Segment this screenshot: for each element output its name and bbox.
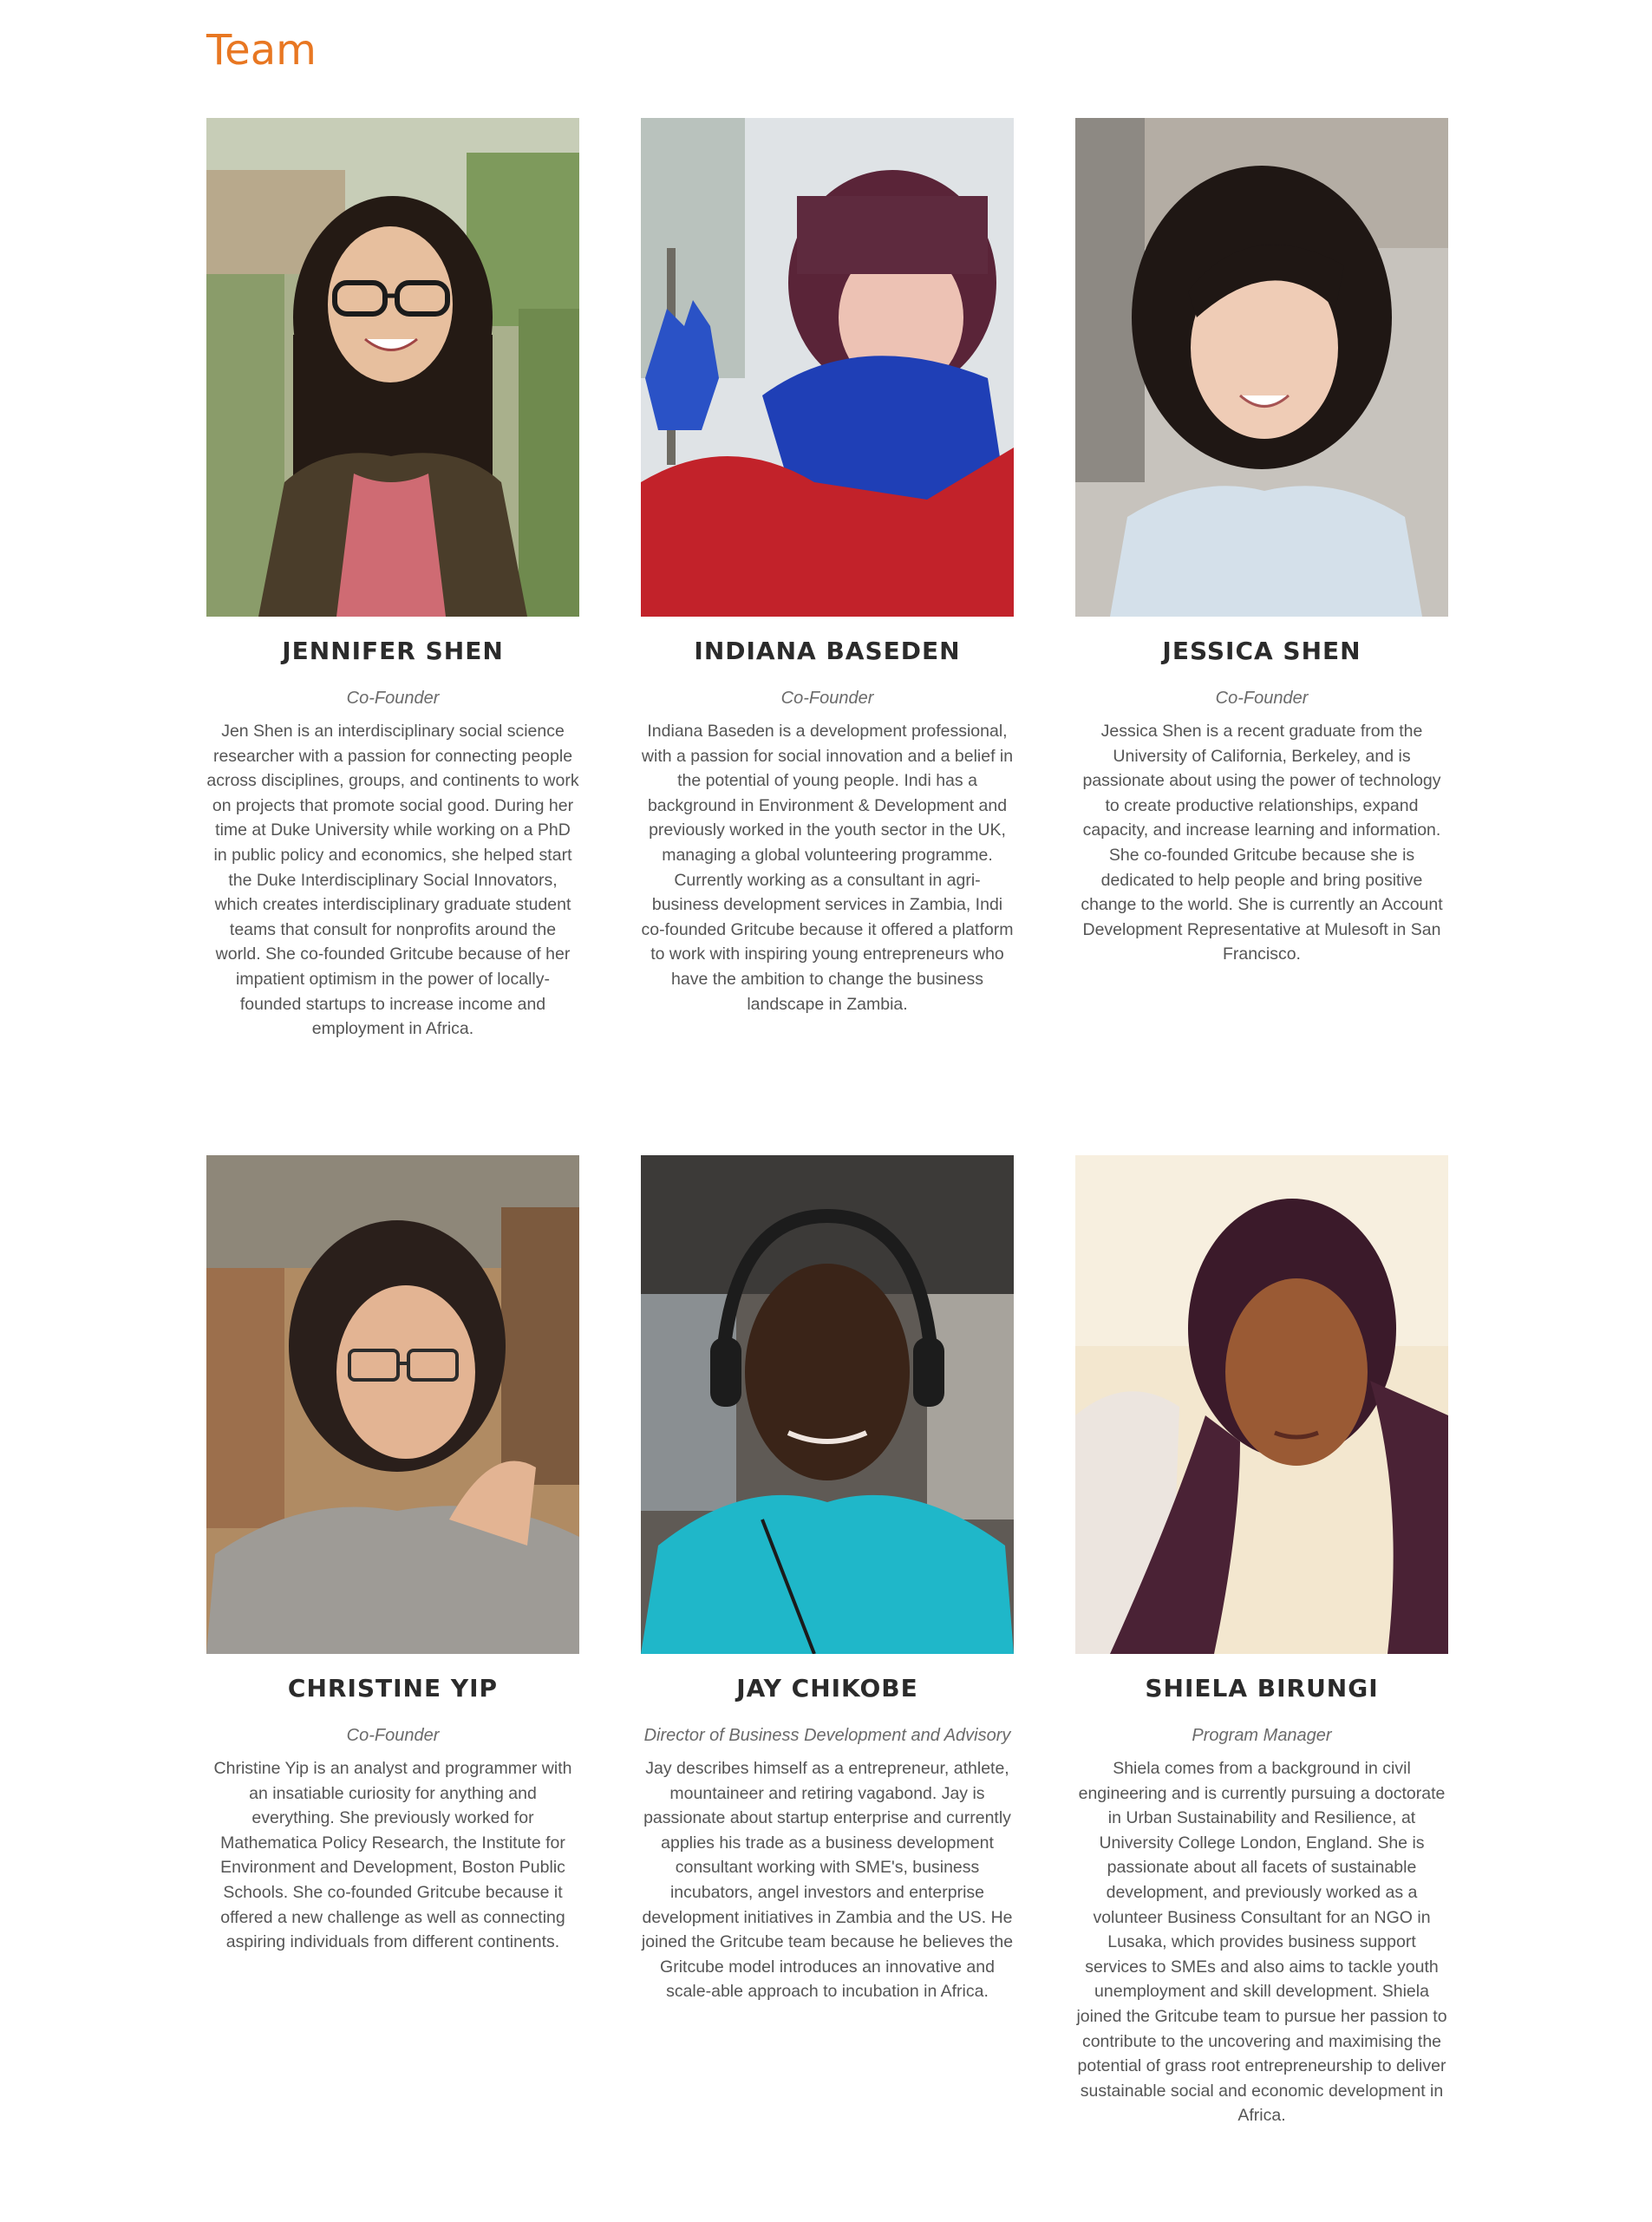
team-grid: JENNIFER SHEN Co-Founder Jen Shen is an …	[206, 118, 1448, 2222]
team-member-card: JAY CHIKOBE Director of Business Develop…	[641, 1155, 1014, 2222]
member-role: Co-Founder	[346, 1726, 440, 1745]
member-name: CHRISTINE YIP	[287, 1674, 499, 1702]
section-title: Team	[206, 26, 317, 75]
portrait-image	[641, 118, 1014, 617]
member-role: Director of Business Development and Adv…	[643, 1726, 1011, 1745]
member-name: JESSICA SHEN	[1162, 637, 1361, 665]
member-photo	[1075, 118, 1448, 617]
member-photo	[206, 1155, 579, 1654]
member-photo	[641, 1155, 1014, 1654]
member-role: Co-Founder	[346, 689, 440, 708]
portrait-image	[1075, 1155, 1448, 1654]
portrait-image	[641, 1155, 1014, 1654]
member-bio: Jay describes himself as a entrepreneur,…	[641, 1759, 1014, 2002]
team-member-card: INDIANA BASEDEN Co-Founder Indiana Based…	[641, 118, 1014, 1155]
member-role: Program Manager	[1192, 1726, 1332, 1745]
team-member-card: CHRISTINE YIP Co-Founder Christine Yip i…	[206, 1155, 579, 2222]
team-member-card: SHIELA BIRUNGI Program Manager Shiela co…	[1075, 1155, 1448, 2222]
team-member-card: JESSICA SHEN Co-Founder Jessica Shen is …	[1075, 118, 1448, 1155]
member-bio: Jen Shen is an interdisciplinary social …	[206, 722, 579, 1039]
member-bio: Shiela comes from a background in civil …	[1076, 1759, 1447, 2126]
member-bio: Jessica Shen is a recent graduate from t…	[1081, 722, 1443, 964]
member-name: JENNIFER SHEN	[282, 637, 504, 665]
member-name: JAY CHIKOBE	[736, 1674, 918, 1702]
member-bio: Indiana Baseden is a development profess…	[641, 722, 1014, 1014]
member-photo	[206, 118, 579, 617]
portrait-image	[1075, 118, 1448, 617]
member-bio: Christine Yip is an analyst and programm…	[213, 1759, 572, 1952]
member-name: SHIELA BIRUNGI	[1145, 1674, 1379, 1702]
member-role: Co-Founder	[1215, 689, 1309, 708]
member-role: Co-Founder	[780, 689, 874, 708]
team-member-card: JENNIFER SHEN Co-Founder Jen Shen is an …	[206, 118, 579, 1155]
team-page: Team JENNIFER SHEN Co-Founder Jen Shen i…	[0, 0, 1652, 2214]
portrait-image	[206, 1155, 579, 1654]
member-photo	[641, 118, 1014, 617]
portrait-image	[206, 118, 579, 617]
member-photo	[1075, 1155, 1448, 1654]
member-name: INDIANA BASEDEN	[694, 637, 961, 665]
